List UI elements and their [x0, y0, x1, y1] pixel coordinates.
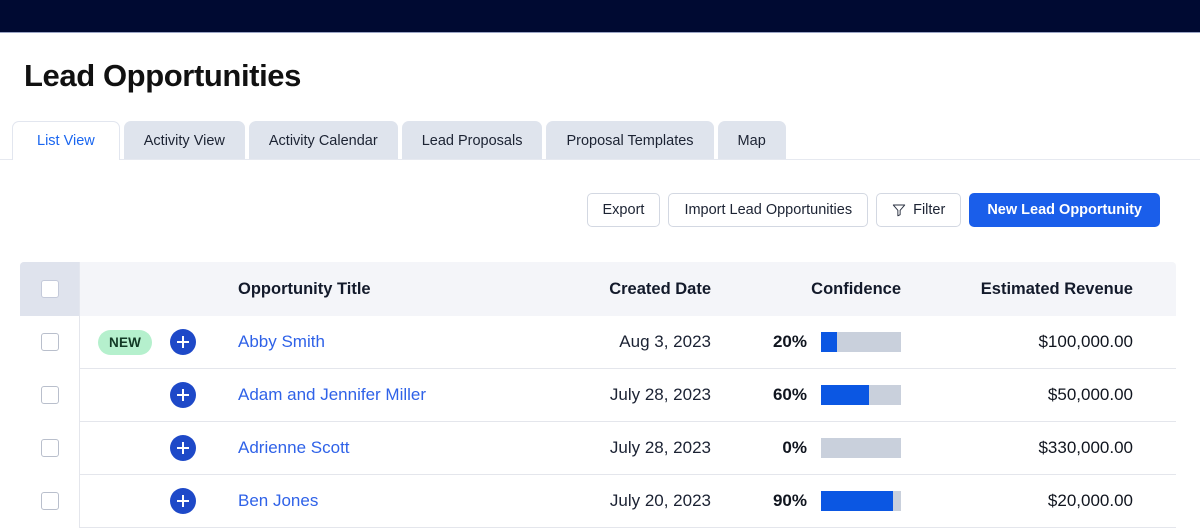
confidence-bar-fill [821, 385, 869, 405]
confidence-bar-fill [821, 491, 893, 511]
import-button-label: Import Lead Opportunities [684, 202, 853, 218]
row-badge-cell [80, 369, 238, 422]
table-header-row: Opportunity Title Created Date Confidenc… [20, 262, 1176, 316]
tab-active-indicator [13, 158, 117, 161]
status-badge: NEW [98, 329, 153, 355]
tab-label: Activity Calendar [268, 132, 378, 149]
top-bar-underline [0, 32, 1200, 33]
row-created-date: Aug 3, 2023 [619, 332, 711, 351]
table-row[interactable]: NEW Abby Smith Aug 3, 2023 20% $100,000.… [20, 315, 1176, 369]
column-header-opportunity-title[interactable]: Opportunity Title [238, 262, 543, 316]
confidence-bar [821, 385, 901, 405]
opportunity-title-link[interactable]: Adam and Jennifer Miller [238, 385, 426, 405]
tab-list-view[interactable]: List View [12, 121, 120, 160]
export-button-label: Export [602, 202, 645, 218]
tab-label: Lead Proposals [421, 132, 523, 149]
estimated-revenue-value: $330,000.00 [1038, 438, 1133, 457]
table-toolbar: Export Import Lead Opportunities Filter … [586, 193, 1160, 227]
row-title-cell: Adam and Jennifer Miller [238, 369, 543, 422]
tab-proposal-templates[interactable]: Proposal Templates [546, 121, 714, 160]
row-checkbox[interactable] [40, 333, 59, 351]
estimated-revenue-value: $50,000.00 [1047, 385, 1133, 404]
top-navigation-bar [0, 0, 1200, 32]
row-confidence-cell: 20% [745, 316, 925, 369]
lead-opportunities-table: Opportunity Title Created Date Confidenc… [20, 262, 1176, 528]
confidence-bar [821, 332, 901, 352]
tab-activity-calendar[interactable]: Activity Calendar [248, 121, 398, 160]
row-badge-cell: NEW [80, 316, 238, 369]
confidence-bar [821, 438, 901, 458]
select-all-header-cell [20, 262, 80, 316]
confidence-percent-label: 0% [782, 438, 807, 457]
estimated-revenue-value: $100,000.00 [1038, 332, 1133, 351]
row-select-cell [20, 368, 80, 422]
add-row-plus-icon[interactable] [170, 488, 196, 514]
export-button[interactable]: Export [586, 193, 661, 227]
add-row-plus-icon[interactable] [170, 329, 196, 355]
new-lead-opportunity-button[interactable]: New Lead Opportunity [969, 193, 1160, 227]
column-header-confidence[interactable]: Confidence [745, 262, 925, 316]
tab-bar: List View Activity View Activity Calenda… [12, 120, 786, 160]
tab-label: Activity View [143, 132, 225, 149]
row-checkbox[interactable] [40, 386, 59, 404]
add-row-plus-icon[interactable] [170, 382, 196, 408]
confidence-bar-fill [821, 332, 837, 352]
column-header-estimated-revenue[interactable]: Estimated Revenue [925, 262, 1176, 316]
row-created-date: July 20, 2023 [609, 491, 711, 510]
tab-map[interactable]: Map [717, 121, 786, 160]
table-body: NEW Abby Smith Aug 3, 2023 20% $100,000.… [20, 315, 1176, 528]
filter-button[interactable]: Filter [876, 193, 962, 227]
app-root: Lead Opportunities List View Activity Vi… [0, 0, 1200, 531]
tab-label: List View [37, 133, 95, 149]
row-estimated-revenue: $20,000.00 [925, 475, 1176, 528]
tab-label: Map [737, 132, 766, 149]
badge-header-cell [80, 262, 238, 316]
row-confidence-cell: 90% [745, 475, 925, 528]
tab-activity-view[interactable]: Activity View [123, 121, 245, 160]
column-header-created-date[interactable]: Created Date [543, 262, 745, 316]
opportunity-title-link[interactable]: Ben Jones [238, 491, 318, 511]
row-confidence-cell: 0% [745, 422, 925, 475]
tab-lead-proposals[interactable]: Lead Proposals [401, 121, 543, 160]
select-all-checkbox[interactable] [40, 280, 59, 298]
confidence-percent-label: 20% [772, 332, 807, 351]
row-checkbox[interactable] [40, 492, 59, 510]
row-select-cell [20, 474, 80, 528]
opportunity-title-link[interactable]: Abby Smith [238, 332, 325, 352]
filter-button-label: Filter [913, 202, 946, 218]
row-select-cell [20, 315, 80, 369]
row-badge-cell [80, 422, 238, 475]
row-select-cell [20, 421, 80, 475]
row-created-date: July 28, 2023 [609, 438, 711, 457]
row-confidence-cell: 60% [745, 369, 925, 422]
import-lead-opportunities-button[interactable]: Import Lead Opportunities [668, 193, 869, 227]
table-row[interactable]: Adrienne Scott July 28, 2023 0% $330,000… [20, 421, 1176, 475]
add-row-plus-icon[interactable] [170, 435, 196, 461]
table-row[interactable]: Ben Jones July 20, 2023 90% $20,000.00 [20, 474, 1176, 528]
page-title: Lead Opportunities [24, 58, 301, 93]
tab-baseline-divider [0, 159, 1200, 160]
confidence-bar [821, 491, 901, 511]
confidence-percent-label: 60% [772, 385, 807, 404]
opportunity-title-link[interactable]: Adrienne Scott [238, 438, 350, 458]
new-lead-opportunity-label: New Lead Opportunity [987, 202, 1142, 218]
tab-label: Proposal Templates [566, 132, 694, 149]
row-title-cell: Abby Smith [238, 316, 543, 369]
row-estimated-revenue: $330,000.00 [925, 422, 1176, 475]
row-estimated-revenue: $50,000.00 [925, 369, 1176, 422]
estimated-revenue-value: $20,000.00 [1047, 491, 1133, 510]
row-title-cell: Ben Jones [238, 475, 543, 528]
row-badge-cell [80, 475, 238, 528]
table-row[interactable]: Adam and Jennifer Miller July 28, 2023 6… [20, 368, 1176, 422]
row-checkbox[interactable] [40, 439, 59, 457]
row-title-cell: Adrienne Scott [238, 422, 543, 475]
funnel-icon [892, 203, 906, 217]
confidence-percent-label: 90% [772, 491, 807, 510]
row-created-date: July 28, 2023 [609, 385, 711, 404]
row-estimated-revenue: $100,000.00 [925, 316, 1176, 369]
badge-slot: NEW [98, 329, 153, 355]
